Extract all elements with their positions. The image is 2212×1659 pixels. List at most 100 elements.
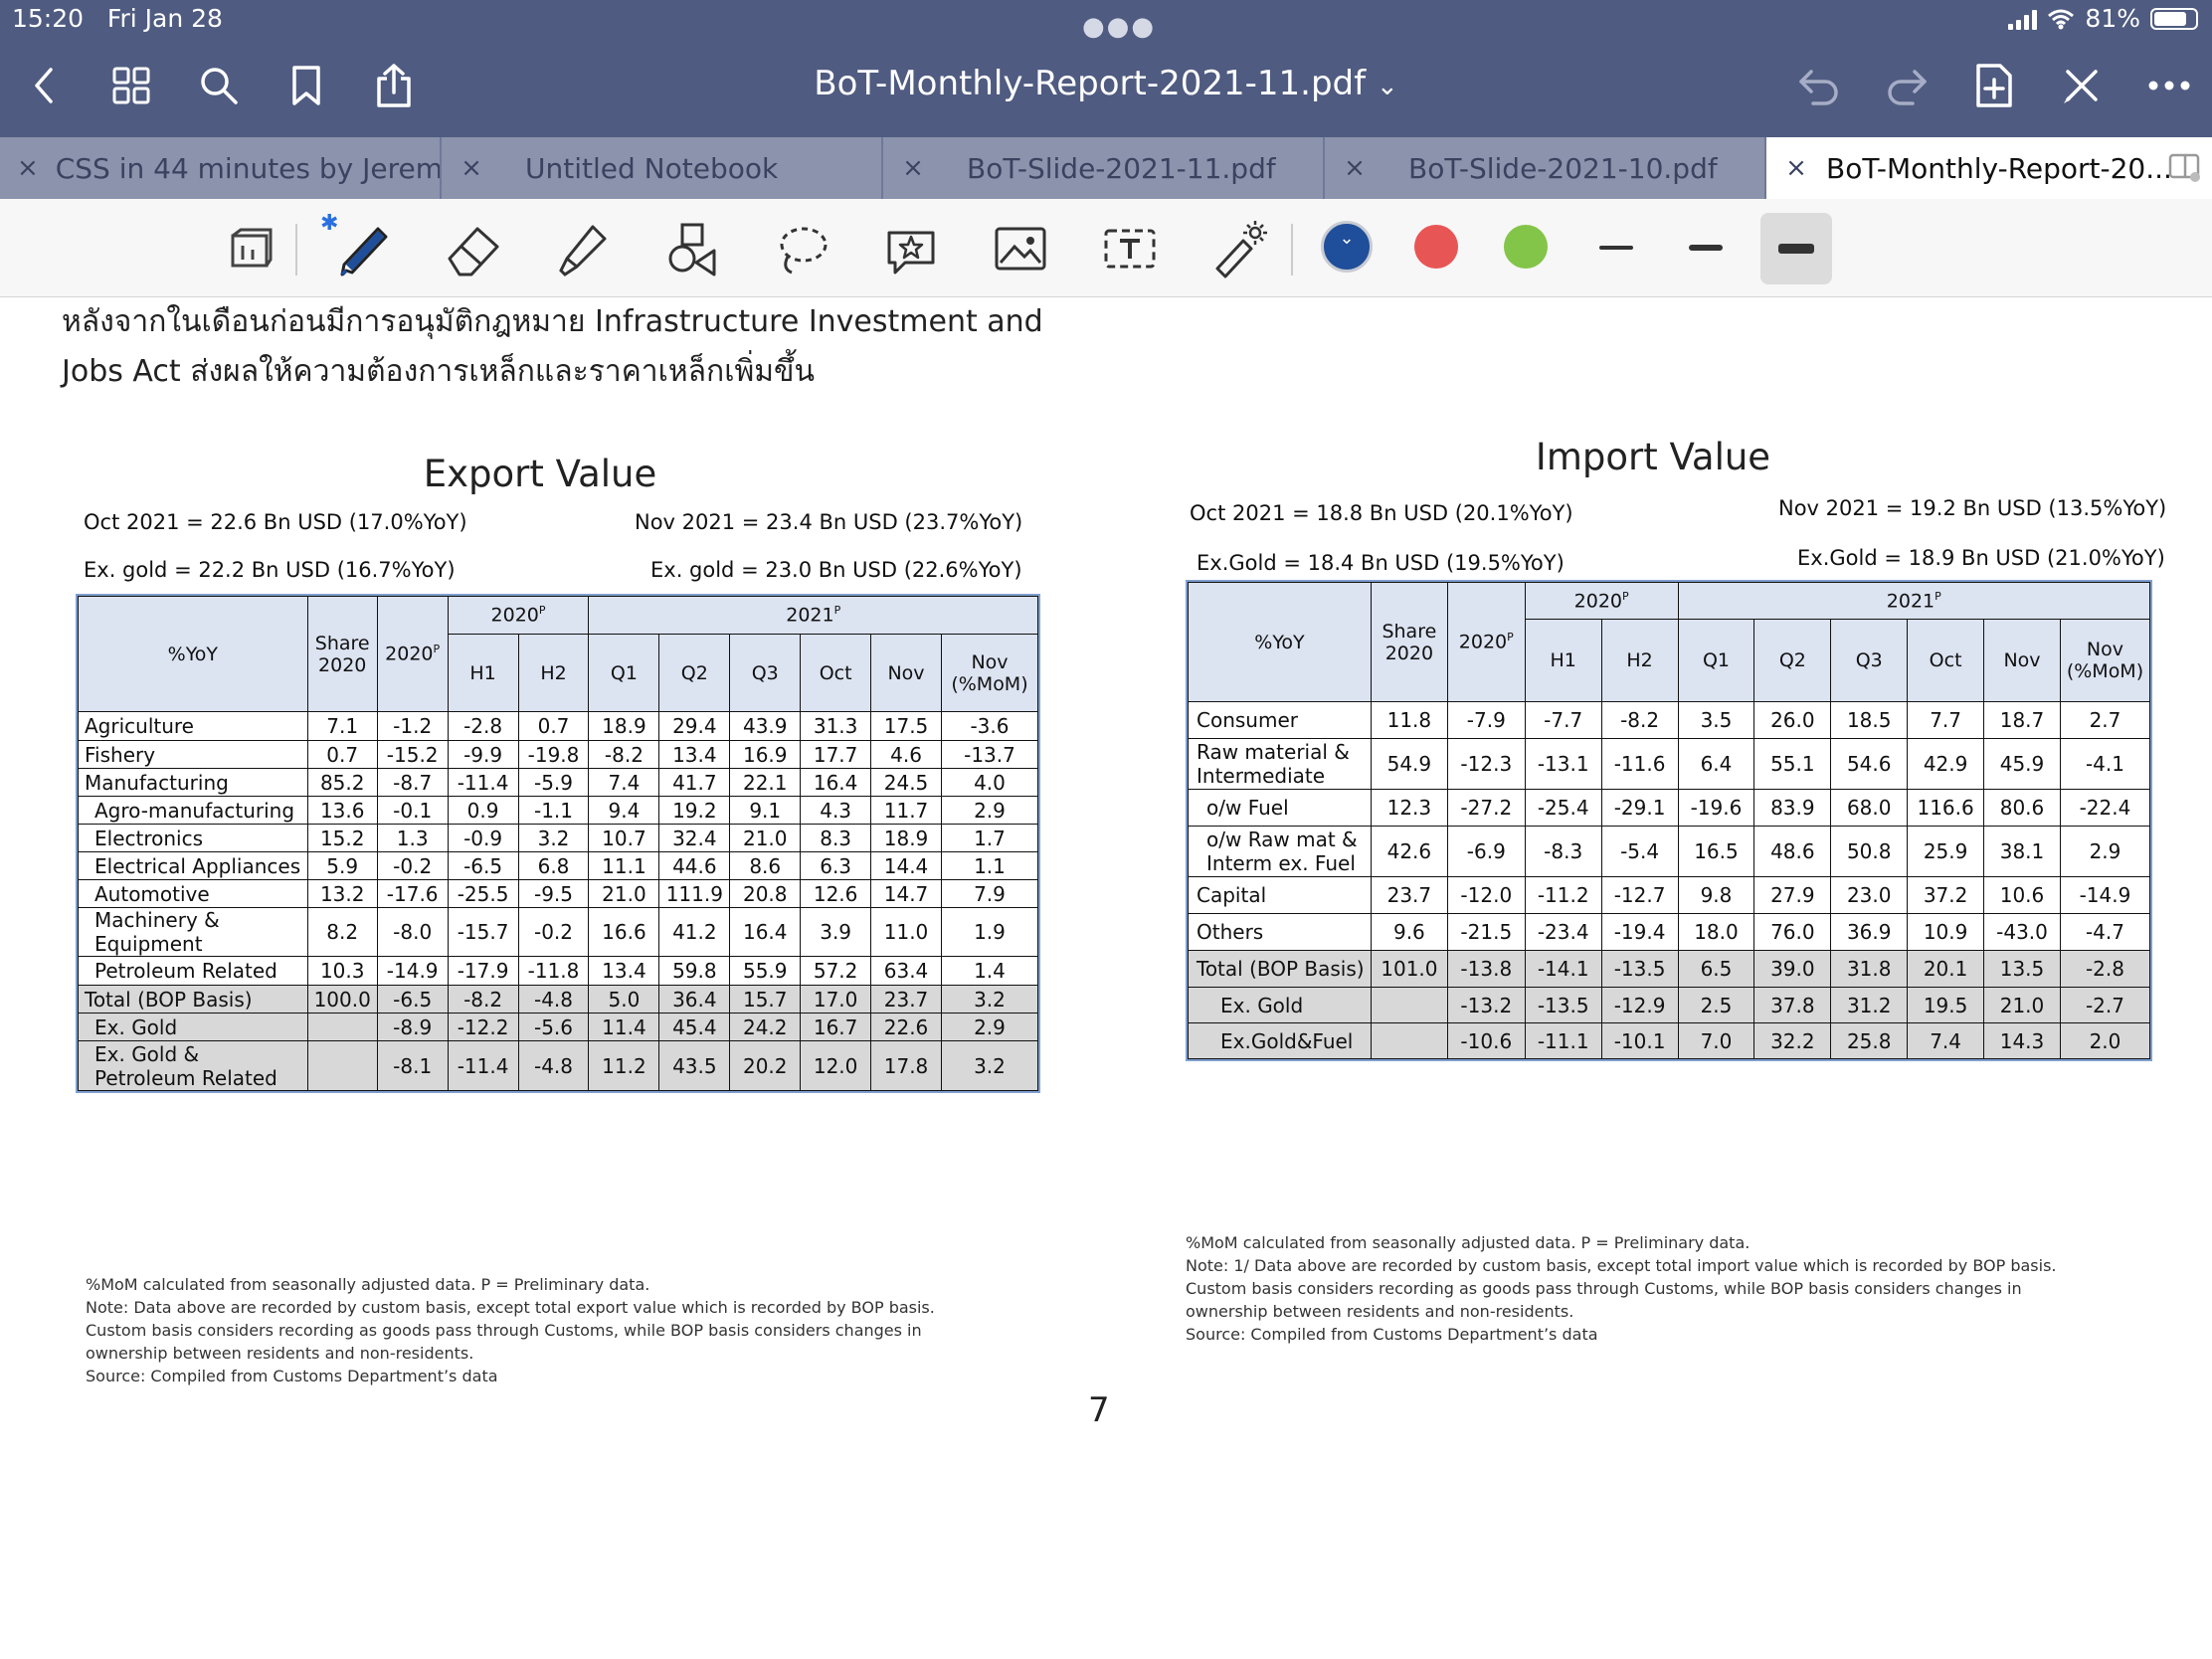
table-cell: 80.6 bbox=[1983, 789, 2061, 827]
tab-bot-slide-2021-11[interactable]: × BoT-Slide-2021-11.pdf bbox=[883, 137, 1325, 199]
table-row: Consumer 11.8 -7.9 -7.7 -8.2 3.5 26.0 18.5 7.7 18… bbox=[1188, 701, 2151, 739]
table-row: Capital 23.7 -12.0 -11.2 -12.7 9.8 27.9 23.0 37.… bbox=[1188, 876, 2151, 914]
row-label: Electrical Appliances bbox=[78, 851, 308, 880]
table-cell: -13.5 bbox=[1524, 987, 1602, 1023]
bookmark-icon[interactable] bbox=[282, 62, 330, 109]
row-label: o/w Raw mat & Interm ex. Fuel bbox=[1188, 826, 1372, 877]
table-cell: -29.1 bbox=[1600, 789, 1679, 827]
table-cell: -0.2 bbox=[376, 851, 449, 880]
import-summary-exgold-nov: Ex.Gold = 18.9 Bn USD (21.0%YoY) bbox=[1797, 546, 2165, 570]
tab-close-icon[interactable]: × bbox=[1325, 153, 1384, 183]
color-swatch-red[interactable] bbox=[1414, 225, 1458, 269]
back-icon[interactable] bbox=[20, 62, 68, 109]
header-yoy: %YoY bbox=[78, 596, 308, 712]
header-2020-group: 2020P bbox=[447, 596, 590, 635]
table-row: Total (BOP Basis) 100.0 -6.5 -8.2 -4.8 5.0 36.… bbox=[78, 985, 1039, 1014]
table-cell: -5.4 bbox=[1600, 826, 1679, 877]
table-cell: 31.2 bbox=[1830, 987, 1909, 1023]
table-cell: -25.4 bbox=[1524, 789, 1602, 827]
pen-tool-icon[interactable] bbox=[332, 217, 396, 280]
tab-css-video[interactable]: × CSS in 44 minutes by Jerem... bbox=[0, 137, 442, 199]
table-cell: -13.8 bbox=[1446, 950, 1526, 988]
table-cell: 16.5 bbox=[1677, 826, 1755, 877]
table-cell: 16.4 bbox=[729, 907, 802, 957]
read-only-mode-icon[interactable] bbox=[221, 217, 284, 280]
table-cell: 42.9 bbox=[1907, 738, 1985, 790]
table-cell: 17.7 bbox=[800, 740, 872, 769]
highlighter-tool-icon[interactable] bbox=[551, 217, 615, 280]
row-label-text: Agro-manufacturing bbox=[94, 798, 295, 823]
table-cell: 1.7 bbox=[940, 824, 1039, 852]
add-page-icon[interactable] bbox=[1970, 62, 2018, 109]
table-cell: 59.8 bbox=[658, 956, 731, 986]
table-cell: -12.3 bbox=[1446, 738, 1526, 790]
tab-close-icon[interactable]: × bbox=[1766, 153, 1826, 183]
note-line: %MoM calculated from seasonally adjusted… bbox=[1186, 1233, 1751, 1252]
table-cell: 18.0 bbox=[1677, 913, 1755, 951]
tab-close-icon[interactable]: × bbox=[883, 153, 943, 183]
table-cell: -6.5 bbox=[447, 851, 519, 880]
laser-pointer-icon[interactable] bbox=[1207, 217, 1271, 280]
split-view-icon[interactable] bbox=[2168, 153, 2202, 183]
table-cell: 12.0 bbox=[800, 1040, 872, 1091]
table-cell: 12.3 bbox=[1370, 789, 1448, 827]
table-cell: 55.1 bbox=[1753, 738, 1832, 790]
tab-close-icon[interactable]: × bbox=[442, 153, 501, 183]
table-cell: 16.6 bbox=[588, 907, 660, 957]
share-icon[interactable] bbox=[370, 62, 418, 109]
multitasking-dots-icon[interactable]: ●●● bbox=[1082, 12, 1156, 42]
row-label: Fishery bbox=[78, 740, 308, 769]
table-cell: -8.2 bbox=[1600, 701, 1679, 739]
table-cell: -17.6 bbox=[376, 879, 449, 908]
stroke-width-thick-selected[interactable] bbox=[1760, 213, 1832, 284]
document-title[interactable]: BoT-Monthly-Report-2021-11.pdf bbox=[814, 64, 1366, 103]
table-cell: 29.4 bbox=[658, 711, 731, 741]
table-cell: 85.2 bbox=[306, 768, 378, 797]
table-cell: 111.9 bbox=[658, 879, 731, 908]
stroke-width-thin[interactable] bbox=[1599, 246, 1633, 250]
cellular-signal-icon bbox=[2008, 8, 2038, 30]
header-p-sup: P bbox=[1622, 589, 1629, 603]
table-row: o/w Raw mat & Interm ex. Fuel 42.6 -6.9 -8.3… bbox=[1188, 826, 2151, 877]
row-label-text: Automotive bbox=[94, 881, 210, 906]
row-label-text: Ex. Gold bbox=[1220, 993, 1304, 1017]
pen-tools-off-icon[interactable] bbox=[2058, 62, 2106, 109]
stroke-width-medium[interactable] bbox=[1689, 245, 1723, 251]
row-label-text: Petroleum Related bbox=[94, 959, 277, 983]
tab-close-icon[interactable]: × bbox=[0, 153, 56, 183]
tab-untitled-notebook[interactable]: × Untitled Notebook bbox=[442, 137, 883, 199]
color-swatch-green[interactable] bbox=[1504, 225, 1548, 269]
table-cell: 6.8 bbox=[517, 851, 590, 880]
row-label-text-line2: Interm ex. Fuel bbox=[1206, 851, 1356, 875]
table-cell: 43.5 bbox=[658, 1040, 731, 1091]
table-cell: -8.2 bbox=[447, 985, 519, 1014]
header-2020-label: 2020 bbox=[1458, 631, 1508, 653]
lasso-tool-icon[interactable] bbox=[770, 217, 833, 280]
redo-icon[interactable] bbox=[1883, 62, 1931, 109]
color-swatch-selected[interactable]: ⌄ bbox=[1321, 221, 1373, 273]
image-tool-icon[interactable] bbox=[989, 217, 1052, 280]
header-q2: Q2 bbox=[658, 634, 731, 712]
table-cell: -19.4 bbox=[1600, 913, 1679, 951]
search-icon[interactable] bbox=[195, 62, 243, 109]
table-cell: 32.2 bbox=[1753, 1022, 1832, 1059]
tab-bot-monthly-report[interactable]: × BoT-Monthly-Report-20... bbox=[1766, 137, 2212, 199]
table-cell: 2.5 bbox=[1677, 987, 1755, 1023]
table-cell: 21.0 bbox=[729, 824, 802, 852]
table-cell: 54.9 bbox=[1370, 738, 1448, 790]
elements-tool-icon[interactable] bbox=[879, 217, 943, 280]
table-cell: 13.2 bbox=[306, 879, 378, 908]
table-cell: 21.0 bbox=[588, 879, 660, 908]
table-cell: 9.4 bbox=[588, 796, 660, 825]
undo-icon[interactable] bbox=[1795, 62, 1843, 109]
title-chevron-down-icon[interactable]: ⌄ bbox=[1377, 72, 1398, 101]
more-options-icon[interactable] bbox=[2145, 62, 2193, 109]
table-cell: 13.4 bbox=[658, 740, 731, 769]
grid-view-icon[interactable] bbox=[107, 62, 155, 109]
text-tool-icon[interactable] bbox=[1098, 217, 1162, 280]
tab-bot-slide-2021-10[interactable]: × BoT-Slide-2021-10.pdf bbox=[1325, 137, 1766, 199]
header-nov-mom: Nov (%MoM) bbox=[2059, 619, 2151, 702]
row-label: Raw material & Intermediate bbox=[1188, 738, 1372, 790]
shapes-tool-icon[interactable] bbox=[660, 217, 724, 280]
eraser-tool-icon[interactable] bbox=[442, 217, 505, 280]
